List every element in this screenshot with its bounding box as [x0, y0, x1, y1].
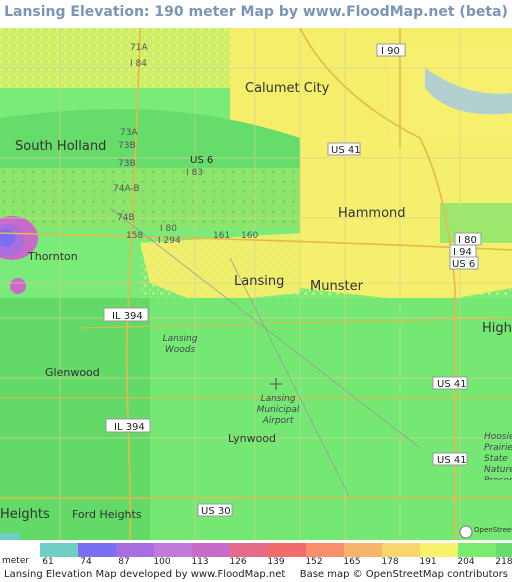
svg-text:161: 161 — [213, 231, 230, 241]
legend-swatch — [116, 543, 154, 557]
legend-unit-label: meter — [2, 556, 30, 566]
svg-text:I 80: I 80 — [160, 224, 177, 234]
svg-text:I 294: I 294 — [158, 236, 181, 246]
svg-text:73A: 73A — [120, 128, 138, 138]
svg-text:US 6: US 6 — [190, 155, 213, 166]
legend-swatch — [306, 543, 344, 557]
elevation-map[interactable]: I 90 US 41 I 80 I 94 US 6 IL 394 IL 394 … — [0, 28, 512, 540]
svg-text:US 41: US 41 — [331, 145, 361, 156]
svg-text:I 83: I 83 — [186, 168, 203, 178]
legend-swatch — [40, 543, 78, 557]
map-title: Lansing Elevation: 190 meter Map by www.… — [4, 4, 508, 20]
svg-text:IL 394: IL 394 — [114, 422, 145, 433]
legend-swatch — [382, 543, 420, 557]
svg-text:74B: 74B — [117, 213, 135, 223]
svg-text:I 94: I 94 — [453, 247, 472, 258]
legend-value: 218 — [495, 557, 512, 567]
svg-text:IL 394: IL 394 — [112, 311, 143, 322]
svg-text:US 30: US 30 — [201, 506, 231, 517]
osm-logo-icon — [459, 525, 473, 539]
elevation-legend: meter 61 74 87 100 113 126 139 152 165 178 191 204 2… — [0, 541, 512, 569]
legend-value: 126 — [229, 557, 247, 567]
svg-text:73B: 73B — [118, 141, 136, 151]
legend-swatch — [230, 543, 268, 557]
legend-value: 87 — [118, 557, 130, 567]
legend-value: 165 — [343, 557, 361, 567]
legend-swatch — [420, 543, 458, 557]
svg-text:US 41: US 41 — [437, 379, 467, 390]
footer-basemap-credit: Base map © OpenStreetMap contributors — [299, 569, 508, 580]
svg-text:73B: 73B — [118, 159, 136, 169]
map-title-bar: Lansing Elevation: 190 meter Map by www.… — [0, 0, 512, 28]
svg-text:I 80: I 80 — [458, 235, 477, 246]
svg-text:US 6: US 6 — [452, 259, 475, 270]
legend-swatch — [154, 543, 192, 557]
legend-value: 139 — [267, 557, 285, 567]
legend-swatch — [78, 543, 116, 557]
legend-swatch — [192, 543, 230, 557]
svg-text:158: 158 — [126, 231, 143, 241]
footer-credit: Lansing Elevation Map developed by www.F… — [4, 569, 286, 580]
legend-value: 191 — [419, 557, 437, 567]
svg-text:160: 160 — [241, 231, 258, 241]
legend-value: 61 — [42, 557, 54, 567]
legend-swatch — [268, 543, 306, 557]
legend-value: 204 — [457, 557, 475, 567]
legend-value: 113 — [191, 557, 209, 567]
legend-value: 100 — [153, 557, 171, 567]
svg-text:74A-B: 74A-B — [113, 184, 140, 194]
legend-value: 178 — [381, 557, 399, 567]
footer: Lansing Elevation Map developed by www.F… — [0, 568, 512, 582]
legend-swatch — [344, 543, 382, 557]
legend-swatch — [458, 543, 496, 557]
legend-value: 74 — [80, 557, 92, 567]
svg-text:71A: 71A — [130, 43, 148, 53]
svg-text:I 84: I 84 — [130, 59, 147, 69]
svg-text:I 90: I 90 — [381, 46, 400, 57]
legend-swatch — [496, 543, 512, 557]
map-canvas: I 90 US 41 I 80 I 94 US 6 IL 394 IL 394 … — [0, 28, 512, 540]
svg-text:US 41: US 41 — [437, 455, 467, 466]
legend-value: 152 — [305, 557, 323, 567]
